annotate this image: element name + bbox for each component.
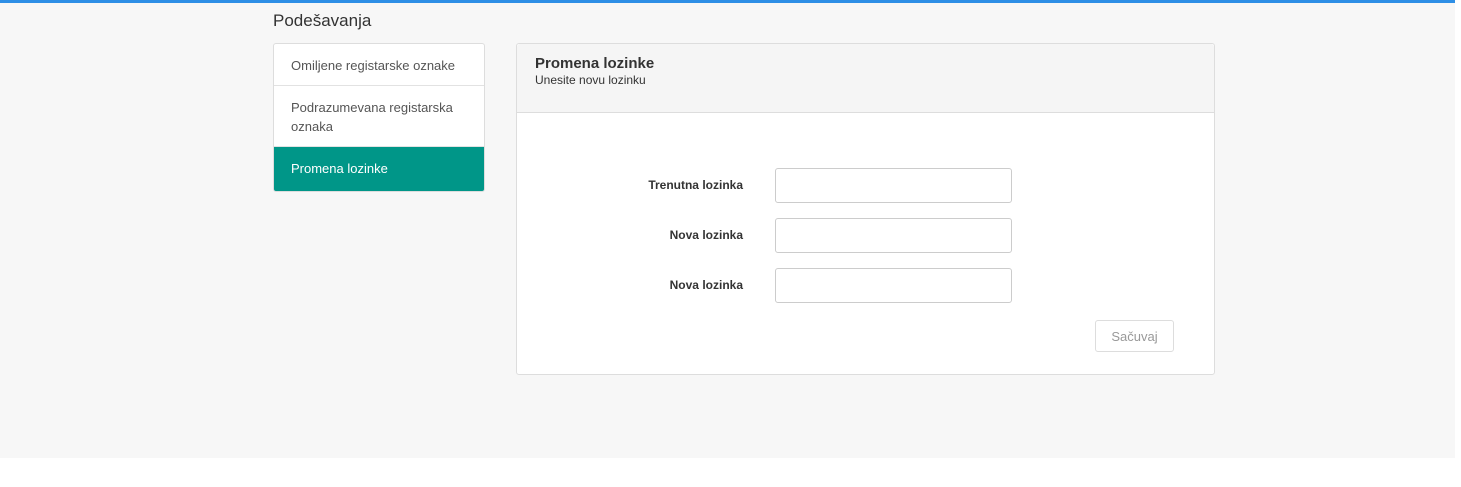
- sidebar-item-favorite-plates[interactable]: Omiljene registarske oznake: [274, 44, 484, 86]
- new-password-input[interactable]: [775, 218, 1012, 253]
- settings-sidebar: Omiljene registarske oznake Podrazumevan…: [273, 43, 485, 192]
- save-button[interactable]: Sačuvaj: [1095, 320, 1174, 352]
- current-password-input[interactable]: [775, 168, 1012, 203]
- top-accent-bar: [0, 0, 1455, 3]
- new-password-label: Nova lozinka: [669, 228, 743, 242]
- confirm-password-input[interactable]: [775, 268, 1012, 303]
- change-password-panel: Promena lozinke Unesite novu lozinku Tre…: [516, 43, 1215, 375]
- sidebar-item-change-password[interactable]: Promena lozinke: [274, 147, 484, 191]
- current-password-row: Trenutna lozinka: [517, 168, 1216, 203]
- new-password-row: Nova lozinka: [517, 218, 1216, 253]
- panel-heading: Promena lozinke Unesite novu lozinku: [517, 44, 1214, 113]
- panel-title: Promena lozinke: [535, 55, 655, 72]
- sidebar-item-default-plate[interactable]: Podrazumevana registarska oznaka: [274, 86, 484, 147]
- bottom-edge: [0, 458, 1461, 487]
- current-password-label: Trenutna lozinka: [648, 178, 743, 192]
- panel-subtitle: Unesite novu lozinku: [535, 73, 646, 87]
- confirm-password-label: Nova lozinka: [669, 278, 743, 292]
- right-edge: [1455, 0, 1461, 487]
- page-title: Podešavanja: [273, 11, 372, 30]
- confirm-password-row: Nova lozinka: [517, 268, 1216, 303]
